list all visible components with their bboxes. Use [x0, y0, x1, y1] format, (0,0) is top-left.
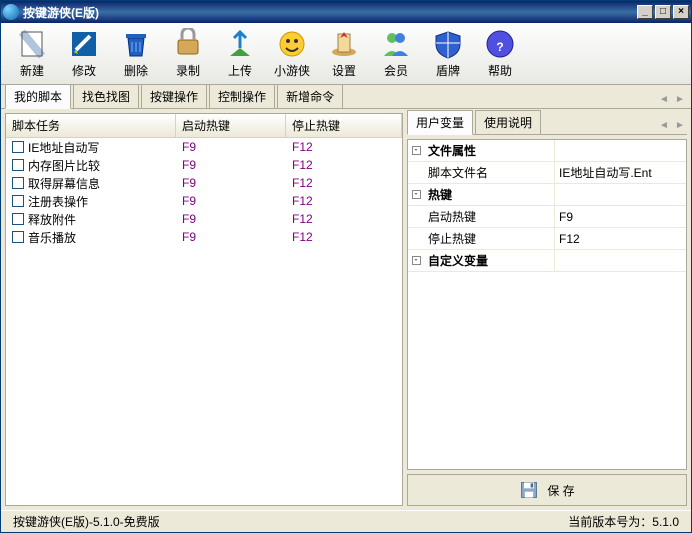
maximize-button[interactable]: □ — [655, 5, 671, 19]
delete-button[interactable]: 删除 — [111, 26, 161, 82]
main-area: 脚本任务 启动热键 停止热键 IE地址自动写F9F12内存图片比较F9F12取得… — [1, 109, 691, 510]
prop-filename[interactable]: 脚本文件名 IE地址自动写.Ent — [408, 162, 686, 184]
prop-stop-hotkey[interactable]: 停止热键 F12 — [408, 228, 686, 250]
tab-我的脚本[interactable]: 我的脚本 — [5, 84, 71, 109]
script-row[interactable]: 取得屏幕信息 F9F12 — [6, 174, 402, 192]
tab-prev-icon[interactable]: ◄ — [657, 92, 671, 106]
script-row[interactable]: 注册表操作 F9F12 — [6, 192, 402, 210]
right-pane: 用户变量使用说明 ◄ ► - 文件属性 脚本文件名 IE地址自动写.Ent - … — [407, 113, 687, 506]
tab-找色找图[interactable]: 找色找图 — [73, 84, 139, 108]
script-name: 释放附件 — [28, 211, 76, 228]
checkbox[interactable] — [12, 177, 24, 189]
stop-hotkey: F12 — [286, 157, 402, 173]
title-bar: 按键游侠(E版) _ □ × — [1, 1, 691, 23]
checkbox[interactable] — [12, 213, 24, 225]
prop-cat-custom[interactable]: - 自定义变量 — [408, 250, 686, 272]
script-list-pane: 脚本任务 启动热键 停止热键 IE地址自动写F9F12内存图片比较F9F12取得… — [5, 113, 403, 506]
script-name: 注册表操作 — [28, 193, 88, 210]
record-icon — [172, 28, 204, 60]
tab-控制操作[interactable]: 控制操作 — [209, 84, 275, 108]
prop-cat-hotkey[interactable]: - 热键 — [408, 184, 686, 206]
collapse-icon[interactable]: - — [412, 256, 421, 265]
collapse-icon[interactable]: - — [412, 146, 421, 155]
save-icon — [519, 480, 539, 500]
list-body: IE地址自动写F9F12内存图片比较F9F12取得屏幕信息F9F12注册表操作F… — [6, 138, 402, 505]
script-name: 内存图片比较 — [28, 157, 100, 174]
status-right: 当前版本号为：5.1.0 — [568, 513, 679, 530]
rtab-next-icon[interactable]: ► — [673, 118, 687, 132]
shield-button[interactable]: 盾牌 — [423, 26, 473, 82]
minimize-button[interactable]: _ — [637, 5, 653, 19]
start-hotkey: F9 — [176, 139, 286, 155]
start-hotkey: F9 — [176, 211, 286, 227]
help-icon: ? — [484, 28, 516, 60]
checkbox[interactable] — [12, 195, 24, 207]
new-icon — [16, 28, 48, 60]
delete-icon — [120, 28, 152, 60]
script-row[interactable]: 内存图片比较 F9F12 — [6, 156, 402, 174]
property-grid: - 文件属性 脚本文件名 IE地址自动写.Ent - 热键 启动热键 F9 — [407, 139, 687, 470]
stop-hotkey: F12 — [286, 139, 402, 155]
collapse-icon[interactable]: - — [412, 190, 421, 199]
prop-cat-file[interactable]: - 文件属性 — [408, 140, 686, 162]
start-hotkey: F9 — [176, 157, 286, 173]
script-name: IE地址自动写 — [28, 139, 99, 156]
stop-hotkey: F12 — [286, 229, 402, 245]
window-title: 按键游侠(E版) — [23, 4, 637, 21]
col-start[interactable]: 启动热键 — [176, 114, 286, 137]
upload-button[interactable]: 上传 — [215, 26, 265, 82]
settings-icon — [328, 28, 360, 60]
settings-button[interactable]: 设置 — [319, 26, 369, 82]
right-tab-使用说明[interactable]: 使用说明 — [475, 110, 541, 134]
member-button[interactable]: 会员 — [371, 26, 421, 82]
checkbox[interactable] — [12, 159, 24, 171]
stop-hotkey: F12 — [286, 211, 402, 227]
rtab-prev-icon[interactable]: ◄ — [657, 118, 671, 132]
tab-next-icon[interactable]: ► — [673, 92, 687, 106]
right-tabs: 用户变量使用说明 ◄ ► — [407, 113, 687, 135]
save-button[interactable]: 保 存 — [547, 482, 574, 499]
record-button[interactable]: 录制 — [163, 26, 213, 82]
tab-新增命令[interactable]: 新增命令 — [277, 84, 343, 108]
right-tab-用户变量[interactable]: 用户变量 — [407, 110, 473, 135]
prop-start-hotkey[interactable]: 启动热键 F9 — [408, 206, 686, 228]
new-button[interactable]: 新建 — [7, 26, 57, 82]
edit-button[interactable]: 修改 — [59, 26, 109, 82]
script-name: 取得屏幕信息 — [28, 175, 100, 192]
script-row[interactable]: 音乐播放 F9F12 — [6, 228, 402, 246]
mini-button[interactable]: 小游侠 — [267, 26, 317, 82]
col-stop[interactable]: 停止热键 — [286, 114, 402, 137]
start-hotkey: F9 — [176, 175, 286, 191]
list-header: 脚本任务 启动热键 停止热键 — [6, 114, 402, 138]
tab-按键操作[interactable]: 按键操作 — [141, 84, 207, 108]
script-name: 音乐播放 — [28, 229, 76, 246]
stop-hotkey: F12 — [286, 193, 402, 209]
tab-nav: ◄ ► — [657, 92, 687, 108]
start-hotkey: F9 — [176, 193, 286, 209]
upload-icon — [224, 28, 256, 60]
toolbar: 新建修改删除录制上传小游侠设置会员盾牌?帮助 — [1, 23, 691, 85]
member-icon — [380, 28, 412, 60]
shield-icon — [432, 28, 464, 60]
app-icon — [3, 4, 19, 20]
svg-text:?: ? — [496, 40, 503, 54]
status-bar: 按键游侠(E版)-5.1.0-免费版 当前版本号为：5.1.0 — [1, 510, 691, 532]
mini-icon — [276, 28, 308, 60]
checkbox[interactable] — [12, 141, 24, 153]
start-hotkey: F9 — [176, 229, 286, 245]
checkbox[interactable] — [12, 231, 24, 243]
script-row[interactable]: 释放附件 F9F12 — [6, 210, 402, 228]
close-button[interactable]: × — [673, 5, 689, 19]
main-tabs: 我的脚本找色找图按键操作控制操作新增命令 ◄ ► — [1, 85, 691, 109]
col-task[interactable]: 脚本任务 — [6, 114, 176, 137]
script-row[interactable]: IE地址自动写 F9F12 — [6, 138, 402, 156]
edit-icon — [68, 28, 100, 60]
status-left: 按键游侠(E版)-5.1.0-免费版 — [13, 513, 568, 530]
stop-hotkey: F12 — [286, 175, 402, 191]
help-button[interactable]: ?帮助 — [475, 26, 525, 82]
save-bar: 保 存 — [407, 474, 687, 506]
